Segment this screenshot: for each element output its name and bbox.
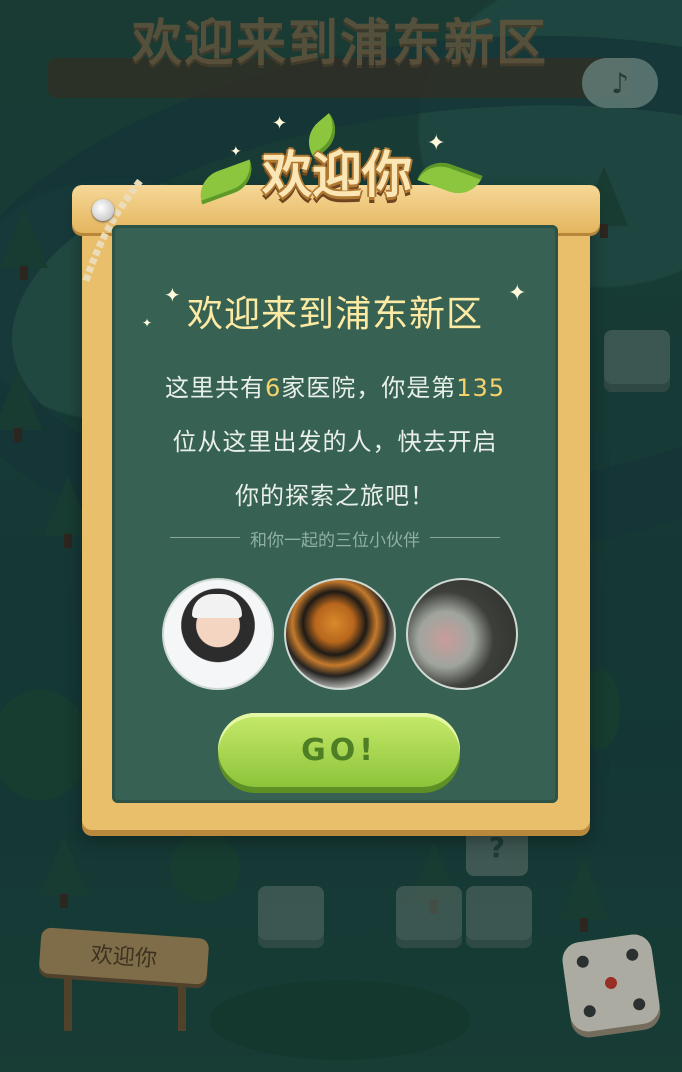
sparkle-icon: ✦: [230, 144, 242, 160]
go-button-label: GO!: [301, 732, 377, 768]
friends-header: 和你一起的三位小伙伴: [112, 523, 558, 553]
nail-icon: [92, 199, 114, 221]
dialog-title: 欢迎来到浦东新区: [186, 294, 483, 335]
dialog-message: 这里共有6家医院，你是第135 位从这里出发的人，快去开启你的探索之旅吧！: [162, 361, 508, 523]
cap-icon: [192, 594, 242, 618]
hospital-count: 6: [264, 374, 282, 402]
message-text: 这里共有: [164, 374, 265, 402]
friends-avatars: [162, 578, 518, 690]
user-rank: 135: [456, 374, 506, 402]
sparkle-icon: ✦: [272, 113, 288, 134]
avatar-girl[interactable]: [406, 578, 518, 690]
avatar-boy[interactable]: [162, 578, 274, 690]
message-text: 家医院，你是第: [281, 374, 457, 402]
welcome-dialog: 欢迎你 ✦ ✦ ✦ ✦ ✦ ✦ 欢迎来到浦东新区 这里共有6家医院，你是第135…: [72, 113, 600, 830]
rope-icon: [82, 178, 143, 283]
message-text: 位从这里出发的人，快去开启你的探索之旅吧！: [172, 428, 498, 510]
avatar-tiger[interactable]: [284, 578, 396, 690]
sparkle-icon: ✦: [427, 131, 446, 156]
go-button[interactable]: GO!: [218, 713, 460, 787]
friends-label: 和你一起的三位小伙伴: [250, 531, 420, 551]
